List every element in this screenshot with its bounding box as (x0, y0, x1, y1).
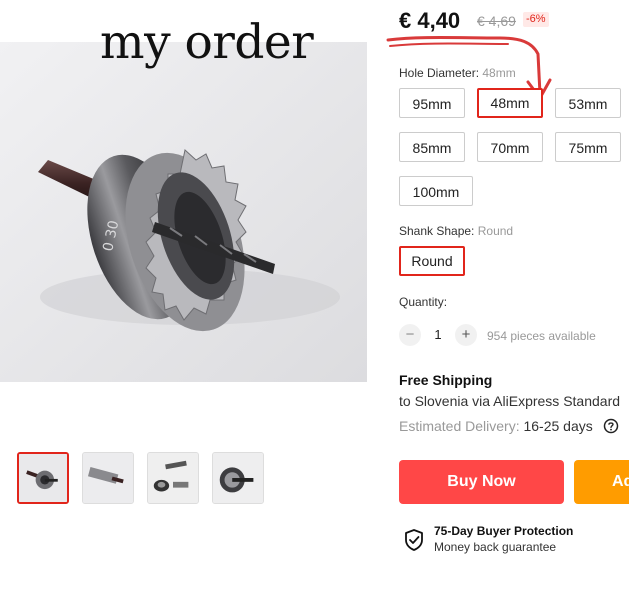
hole-option-100mm[interactable]: 100mm (399, 176, 473, 206)
estimated-delivery-label: Estimated Delivery: (399, 418, 524, 434)
shipping-title: Free Shipping (399, 372, 493, 388)
thumbnail-1[interactable] (17, 452, 69, 504)
shipping-detail: to Slovenia via AliExpress Standard (399, 393, 621, 409)
shank-shape-label: Shank Shape: Round (399, 223, 513, 239)
quantity-value[interactable]: 1 (430, 326, 446, 344)
thumbnail-image (148, 453, 198, 503)
current-price: € 4,40 (399, 8, 461, 33)
stock-available-text: 954 pieces available (487, 329, 596, 343)
hole-option-70mm[interactable]: 70mm (477, 132, 543, 162)
main-product-image: 0 30 (0, 42, 367, 382)
thumbnail-image (19, 454, 67, 502)
thumbnail-2[interactable] (82, 452, 134, 504)
help-icon[interactable] (603, 418, 619, 434)
hole-diameter-label: Hole Diameter: 48mm (399, 65, 516, 81)
estimated-delivery: Estimated Delivery: 16-25 days (399, 417, 593, 435)
add-to-cart-button[interactable]: Add to Cart (574, 460, 629, 504)
hole-diameter-label-text: Hole Diameter: (399, 66, 483, 80)
estimated-delivery-days: 16-25 days (523, 418, 593, 434)
quantity-label: Quantity: (399, 295, 448, 309)
thumbnail-image (83, 453, 133, 503)
hole-option-95mm[interactable]: 95mm (399, 88, 465, 118)
thumbnail-3[interactable] (147, 452, 199, 504)
hole-option-53mm[interactable]: 53mm (555, 88, 621, 118)
shank-shape-selected-value: Round (477, 224, 514, 238)
overlay-note-text: my order (100, 15, 314, 70)
hole-option-75mm[interactable]: 75mm (555, 132, 621, 162)
hole-saw-photo: 0 30 (0, 42, 367, 382)
quantity-decrement-button[interactable]: − (399, 324, 421, 346)
quantity-increment-button[interactable]: + (455, 324, 477, 346)
shank-option-round[interactable]: Round (399, 246, 465, 276)
shank-shape-label-text: Shank Shape: (399, 224, 478, 238)
hole-option-85mm[interactable]: 85mm (399, 132, 465, 162)
shield-icon (405, 529, 423, 551)
discount-badge: -6% (523, 12, 549, 27)
original-price: € 4,69 (477, 13, 516, 29)
buyer-protection-title: 75-Day Buyer Protection (434, 524, 574, 538)
buyer-protection-subtitle: Money back guarantee (434, 540, 557, 554)
thumbnail-4[interactable] (212, 452, 264, 504)
hole-diameter-selected-value: 48mm (482, 66, 516, 80)
thumbnail-image (213, 453, 263, 503)
buy-now-button[interactable]: Buy Now (399, 460, 564, 504)
hole-option-48mm[interactable]: 48mm (477, 88, 543, 118)
